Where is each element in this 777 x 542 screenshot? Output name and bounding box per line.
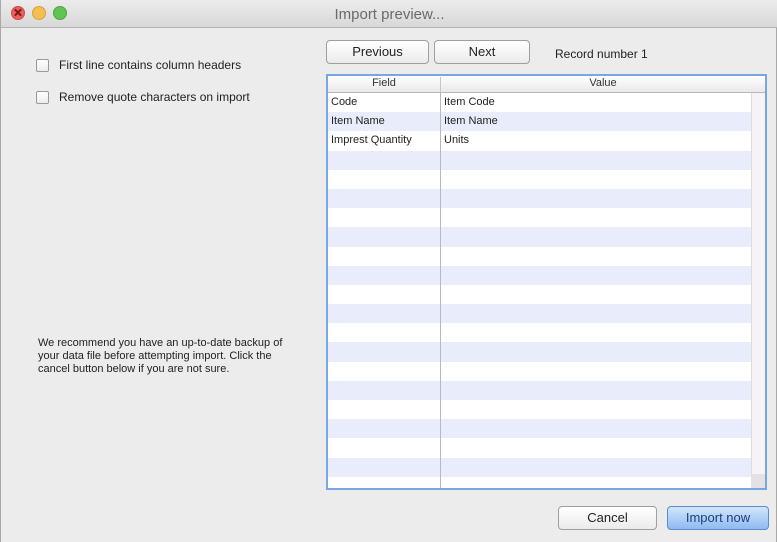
cell-value: Units xyxy=(444,134,470,147)
cell-field: Imprest Quantity xyxy=(331,134,412,147)
cell-field: Item Name xyxy=(331,115,385,128)
previous-button[interactable]: Previous xyxy=(326,40,429,64)
table-row-empty[interactable] xyxy=(328,419,751,439)
table-row-empty[interactable] xyxy=(328,457,751,477)
table-row-empty[interactable] xyxy=(328,361,751,381)
table-row-empty[interactable] xyxy=(328,323,751,343)
cell-value: Item Name xyxy=(444,115,498,128)
table-row-empty[interactable] xyxy=(328,265,751,285)
remove-quotes-option[interactable]: Remove quote characters on import xyxy=(36,90,250,104)
title-bar: Import preview... xyxy=(1,0,777,28)
scroll-corner xyxy=(751,474,765,488)
remove-quotes-label: Remove quote characters on import xyxy=(59,90,250,104)
table-row-empty[interactable] xyxy=(328,438,751,458)
table-row-empty[interactable] xyxy=(328,246,751,266)
cell-field: Code xyxy=(331,96,358,108)
first-line-headers-option[interactable]: First line contains column headers xyxy=(36,58,241,72)
window-title: Import preview... xyxy=(334,6,445,23)
table-row-empty[interactable] xyxy=(328,150,751,170)
table-row-empty[interactable] xyxy=(328,304,751,324)
table-row[interactable]: Item Name Item Name xyxy=(328,112,751,132)
column-header-field[interactable]: Field xyxy=(328,77,441,92)
column-header-value[interactable]: Value xyxy=(441,77,765,89)
remove-quotes-checkbox[interactable] xyxy=(36,90,49,104)
import-preview-window: Import preview... First line contains co… xyxy=(0,0,777,542)
backup-warning-text: We recommend you have an up-to-date back… xyxy=(38,337,283,375)
table-row-empty[interactable] xyxy=(328,400,751,420)
column-divider xyxy=(440,92,441,488)
first-line-headers-label: First line contains column headers xyxy=(59,58,242,72)
table-row-empty[interactable] xyxy=(328,227,751,247)
first-line-headers-checkbox[interactable] xyxy=(36,58,49,72)
preview-table[interactable]: Field Value Code Item Code Item Name Item N… xyxy=(326,74,767,490)
table-header: Field Value xyxy=(328,76,765,93)
import-now-button[interactable]: Import now xyxy=(667,506,769,530)
cancel-button[interactable]: Cancel xyxy=(558,506,657,530)
next-button[interactable]: Next xyxy=(434,40,530,64)
table-row[interactable]: Code Item Code xyxy=(328,93,751,113)
table-row-empty[interactable] xyxy=(328,208,751,228)
cell-value: Item Code xyxy=(444,96,495,108)
table-row-empty[interactable] xyxy=(328,342,751,362)
record-number-label: Record number 1 xyxy=(555,47,648,61)
table-row-empty[interactable] xyxy=(328,169,751,189)
table-row-empty[interactable] xyxy=(328,380,751,400)
table-row-empty[interactable] xyxy=(328,188,751,209)
table-row[interactable]: Imprest Quantity Units xyxy=(328,131,751,151)
table-row-empty[interactable] xyxy=(328,284,751,305)
table-row-empty[interactable] xyxy=(328,476,751,488)
vertical-scrollbar[interactable] xyxy=(751,93,765,488)
table-body: Code Item Code Item Name Item Name Imprest Q… xyxy=(328,93,751,488)
